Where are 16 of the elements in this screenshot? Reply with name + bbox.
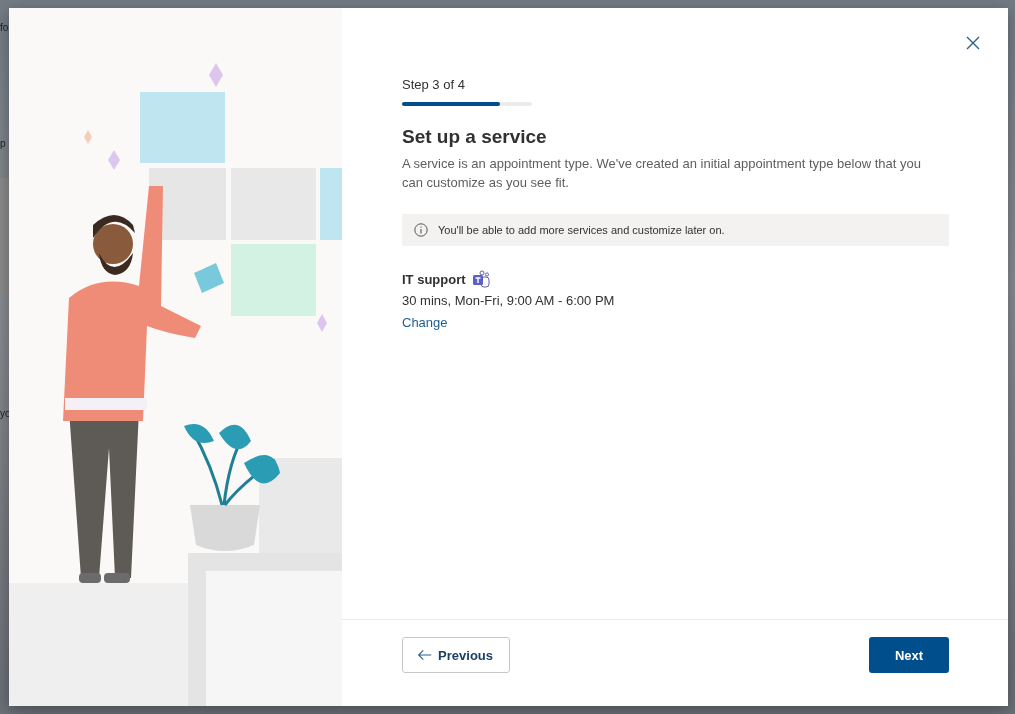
description-text: A service is an appointment type. We've created an initial appointment type below that you can customize as you see fit.	[402, 155, 922, 192]
info-text: You'll be able to add more services and customize later on.	[438, 224, 725, 236]
arrow-left-icon	[417, 648, 433, 662]
previous-button[interactable]: Previous	[402, 637, 510, 673]
teams-icon	[471, 270, 490, 288]
close-button[interactable]	[966, 36, 980, 50]
background-text: fo	[0, 22, 9, 33]
close-icon	[966, 36, 980, 50]
info-icon	[414, 223, 428, 237]
next-button[interactable]: Next	[869, 637, 949, 673]
service-name: IT support	[402, 271, 466, 287]
dialog-title: Set up a service	[402, 125, 548, 149]
step-label: Step 3 of 4	[402, 76, 466, 94]
change-link[interactable]: Change	[402, 315, 448, 330]
service-details: 30 mins, Mon-Fri, 9:00 AM - 6:00 PM	[402, 293, 616, 308]
background-text: p	[0, 138, 6, 149]
